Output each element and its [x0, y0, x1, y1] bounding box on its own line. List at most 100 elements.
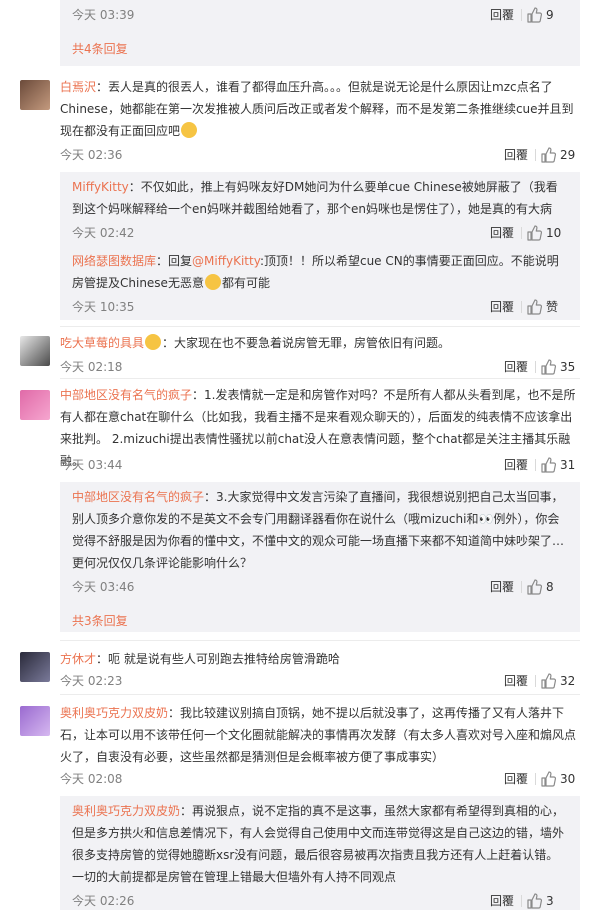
divider — [535, 149, 536, 161]
divider — [60, 640, 580, 641]
comment-time: 今天 03:44 — [60, 458, 123, 472]
comment-meta: 今天 02:23 回覆 32 — [60, 672, 580, 690]
divider — [535, 459, 536, 471]
reply-button[interactable]: 回覆 — [490, 224, 514, 242]
thumb-up-icon — [527, 7, 542, 23]
comment-text: 方休才：呃 就是说有些人可别跑去推特给房管滑跪哈 — [60, 648, 580, 670]
user-name[interactable]: 白焉沢 — [60, 80, 96, 94]
comment-body: ：大家现在也不要急着说房管无罪，房管依旧有问题。 — [162, 336, 451, 350]
user-name[interactable]: 中部地区没有名气的疯子 — [72, 490, 204, 504]
reply-text: 中部地区没有名气的疯子：3.大家觉得中文发言污染了直播间，我很想说别把自己太当回… — [72, 486, 566, 574]
thumb-up-icon — [541, 673, 556, 689]
comment-text: 奥利奥巧克力双皮奶：我比较建议别搞自顶锅，她不提以后就没事了，这再传播了又有人落… — [60, 702, 580, 768]
user-name[interactable]: 中部地区没有名气的疯子 — [60, 388, 192, 402]
badge-icon — [145, 334, 162, 350]
like-button[interactable]: 35 — [540, 358, 580, 376]
reply-button[interactable]: 回覆 — [504, 456, 528, 474]
like-button[interactable]: 10 — [526, 224, 566, 242]
like-button[interactable]: 8 — [526, 578, 566, 596]
divider — [535, 361, 536, 373]
like-count: 35 — [560, 360, 576, 374]
divider — [535, 773, 536, 785]
like-count: 3 — [546, 894, 554, 908]
user-name[interactable]: 奥利奥巧克力双皮奶 — [72, 804, 180, 818]
reply-block-top: 今天 03:39 回覆 9 共4条回复 — [60, 0, 580, 66]
comment-body: ：丟人是真的很丟人，谁看了都得血压升高。。。但就是说无论是什么原因让mzc点名了… — [60, 80, 574, 138]
reply-button[interactable]: 回覆 — [490, 892, 514, 910]
like-button[interactable]: 3 — [526, 892, 566, 910]
thumb-up-icon — [541, 147, 556, 163]
divider — [521, 9, 522, 21]
like-count: 32 — [560, 674, 576, 688]
divider — [60, 326, 580, 327]
thumb-up-icon — [527, 299, 542, 315]
reply-text: 网络瑟图数据库：回复@MiffyKitty:顶顶！！所以希望cue CN的事情要… — [72, 250, 566, 294]
thumb-up-icon — [541, 359, 556, 375]
comment-time: 今天 02:23 — [60, 674, 123, 688]
avatar[interactable] — [20, 390, 50, 420]
user-name[interactable]: 奥利奥巧克力双皮奶 — [60, 706, 168, 720]
avatar[interactable] — [20, 80, 50, 110]
comment-time: 今天 02:08 — [60, 772, 123, 786]
reply-block: 奥利奥巧克力双皮奶：再说狠点，说不定指的真不是这事，虽然大家都有希望得到真相的心… — [60, 796, 580, 910]
avatar[interactable] — [20, 652, 50, 682]
thumb-up-icon — [541, 771, 556, 787]
reply-button[interactable]: 回覆 — [504, 358, 528, 376]
comment-meta: 今天 03:44 回覆 31 — [60, 456, 580, 474]
like-button[interactable]: 29 — [540, 146, 580, 164]
like-button[interactable]: 31 — [540, 456, 580, 474]
reply-text: 奥利奥巧克力双皮奶：再说狠点，说不定指的真不是这事，虽然大家都有希望得到真相的心… — [72, 800, 566, 888]
like-count: 29 — [560, 148, 576, 162]
reply-meta: 今天 03:39 回覆 9 — [72, 6, 566, 24]
reply-meta: 今天 10:35 回覆 赞 — [72, 298, 566, 316]
mention-link[interactable]: @MiffyKitty — [192, 254, 260, 268]
comment-body: ：呃 就是说有些人可别跑去推特给房管滑跪哈 — [96, 652, 340, 666]
reply-button[interactable]: 回覆 — [490, 298, 514, 316]
reply-time: 今天 03:46 — [72, 580, 135, 594]
thumb-up-icon — [527, 225, 542, 241]
avatar[interactable] — [20, 336, 50, 366]
more-replies-link[interactable]: 共3条回复 — [72, 612, 128, 629]
reply-button[interactable]: 回覆 — [490, 578, 514, 596]
comment-meta: 今天 02:08 回覆 30 — [60, 770, 580, 788]
reply-button[interactable]: 回覆 — [490, 6, 514, 24]
reply-prefix: ：回复 — [156, 254, 193, 268]
user-name[interactable]: 方休才 — [60, 652, 96, 666]
comment-text: 白焉沢：丟人是真的很丟人，谁看了都得血压升高。。。但就是说无论是什么原因让mzc… — [60, 76, 580, 142]
thumb-up-icon — [527, 579, 542, 595]
like-button[interactable]: 9 — [526, 6, 566, 24]
thumb-up-icon — [527, 893, 542, 909]
comment-time: 今天 02:18 — [60, 360, 123, 374]
like-count: 赞 — [546, 300, 559, 314]
like-button[interactable]: 30 — [540, 770, 580, 788]
avatar[interactable] — [20, 706, 50, 736]
reply-meta: 今天 02:26 回覆 3 — [72, 892, 566, 910]
reply-meta: 今天 03:46 回覆 8 — [72, 578, 566, 596]
divider — [521, 581, 522, 593]
divider — [60, 378, 580, 379]
like-button[interactable]: 赞 — [526, 298, 566, 316]
like-button[interactable]: 32 — [540, 672, 580, 690]
reply-button[interactable]: 回覆 — [504, 146, 528, 164]
more-replies-link[interactable]: 共4条回复 — [72, 40, 128, 57]
divider — [521, 895, 522, 907]
user-name[interactable]: MiffyKitty — [72, 180, 129, 194]
reply-time: 今天 10:35 — [72, 300, 135, 314]
comment-meta: 今天 02:36 回覆 29 — [60, 146, 580, 164]
reply-body-end: 都有可能 — [221, 276, 270, 290]
user-name[interactable]: 吃大草莓的具具 — [60, 336, 144, 350]
like-count: 30 — [560, 772, 576, 786]
divider — [535, 675, 536, 687]
divider — [521, 301, 522, 313]
reply-body: ：不仅如此，推上有妈咪友好DM她问为什么要单cue Chinese被她屏蔽了（我… — [72, 180, 558, 216]
user-name[interactable]: 网络瑟图数据库 — [72, 254, 156, 268]
divider — [60, 694, 580, 695]
comment-text: 吃大草莓的具具 ：大家现在也不要急着说房管无罪，房管依旧有问题。 — [60, 332, 580, 354]
emoji-icon — [204, 274, 221, 290]
comment-meta: 今天 02:18 回覆 35 — [60, 358, 580, 376]
reply-button[interactable]: 回覆 — [504, 672, 528, 690]
comment-time: 今天 02:36 — [60, 148, 123, 162]
reply-text: MiffyKitty：不仅如此，推上有妈咪友好DM她问为什么要单cue Chin… — [72, 176, 566, 220]
reply-button[interactable]: 回覆 — [504, 770, 528, 788]
reply-block: 中部地区没有名气的疯子：3.大家觉得中文发言污染了直播间，我很想说别把自己太当回… — [60, 482, 580, 632]
